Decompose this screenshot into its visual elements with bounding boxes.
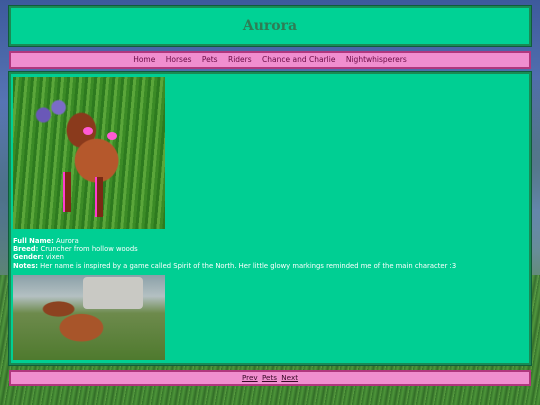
- fox-eye-left: [83, 127, 93, 135]
- fox-leg: [95, 177, 103, 217]
- footer-nav: Prev Pets Next: [9, 370, 531, 386]
- notes-value: Her name is inspired by a game called Sp…: [40, 261, 457, 270]
- full-name-label: Full Name:: [13, 237, 54, 245]
- fox-leg: [63, 172, 71, 212]
- nav-nightwhisperers-link[interactable]: Nightwhisperers: [346, 55, 407, 64]
- full-name-row: Full Name: Aurora: [13, 237, 523, 245]
- nav-pets-link[interactable]: Pets: [202, 55, 218, 64]
- notes-row: Notes: Her name is inspired by a game ca…: [13, 262, 523, 270]
- gender-value: vixen: [45, 253, 64, 262]
- nav-bar: Home Horses Pets Riders Chance and Charl…: [9, 51, 531, 69]
- next-link[interactable]: Next: [281, 373, 298, 382]
- gender-label: Gender:: [13, 253, 44, 262]
- nav-chance-and-charlie-link[interactable]: Chance and Charlie: [262, 55, 335, 64]
- nav-home-link[interactable]: Home: [133, 55, 155, 64]
- fox-image: [13, 77, 165, 229]
- nav-riders-link[interactable]: Riders: [228, 55, 252, 64]
- breed-value: Cruncher from hollow woods: [40, 245, 138, 254]
- gender-row: Gender: vixen: [13, 253, 523, 261]
- prev-link[interactable]: Prev: [242, 373, 258, 382]
- fox-eye-right: [107, 132, 117, 140]
- stone-wall: [83, 277, 143, 309]
- pets-link[interactable]: Pets: [262, 373, 277, 382]
- full-name-value: Aurora: [56, 237, 79, 245]
- profile-info: Full Name: Aurora Breed: Cruncher from h…: [13, 237, 523, 270]
- notes-label: Notes:: [13, 261, 38, 270]
- nav-horses-link[interactable]: Horses: [166, 55, 192, 64]
- breed-row: Breed: Cruncher from hollow woods: [13, 245, 523, 253]
- page-title: Aurora: [242, 18, 298, 34]
- page-header: Aurora: [9, 6, 531, 46]
- breed-label: Breed:: [13, 245, 39, 254]
- content-panel: Full Name: Aurora Breed: Cruncher from h…: [9, 72, 531, 365]
- horse-image: [13, 275, 165, 360]
